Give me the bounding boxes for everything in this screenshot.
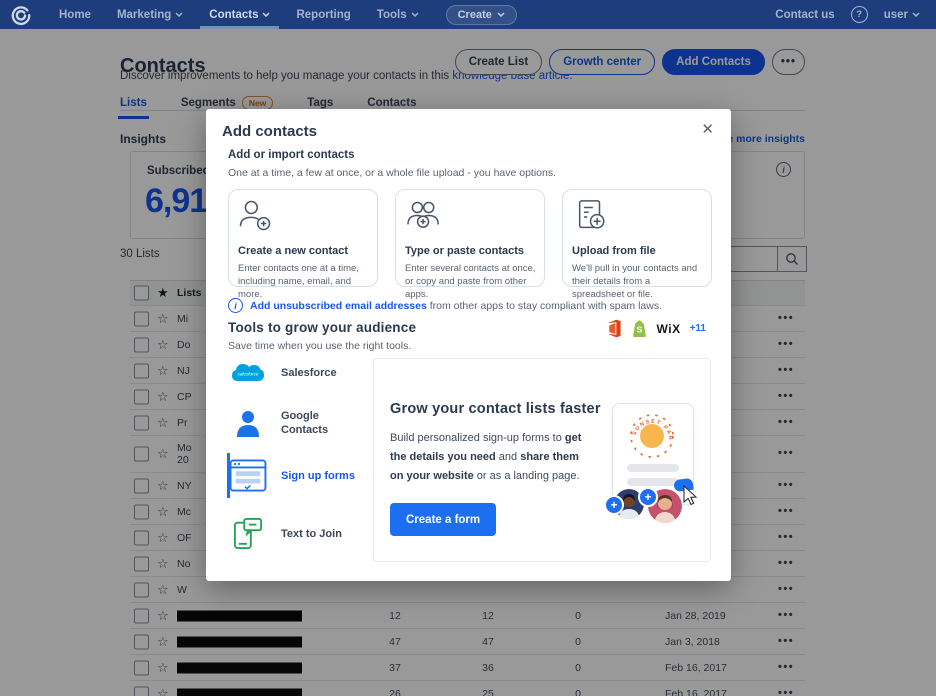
option-card-type-or-paste-contacts[interactable]: Type or paste contactsEnter several cont… (395, 189, 545, 287)
option-card-title: Upload from file (572, 245, 703, 257)
user-menu[interactable]: user (884, 9, 920, 21)
create-a-form-button[interactable]: Create a form (390, 503, 496, 536)
placeholder-line (627, 464, 679, 472)
unsubscribed-info-text: Add unsubscribed email addresses from ot… (250, 300, 662, 312)
constant-contact-logo-icon[interactable] (10, 4, 32, 26)
tool-item-label: Google Contacts (281, 409, 359, 437)
avatars-cluster: + + (596, 477, 706, 537)
nav-item-label: Reporting (296, 9, 350, 21)
salesforce-icon: salesforce (228, 361, 268, 385)
integration-logos: S WiX +11 (605, 319, 706, 338)
mouse-cursor-icon (680, 485, 700, 507)
add-import-subtitle: One at a time, a few at once, or a whole… (228, 167, 556, 179)
add-import-heading: Add or import contacts (228, 149, 355, 161)
nav-items: Home Marketing Contacts Reporting Tools (46, 0, 432, 29)
modal-title: Add contacts (222, 123, 317, 140)
plus-badge-icon: + (638, 487, 658, 507)
sun-illustration-icon: SUNSET PARK (613, 406, 691, 458)
unsubscribed-info-row: i Add unsubscribed email addresses from … (228, 298, 662, 313)
office-icon[interactable] (605, 319, 622, 338)
nav-item-tools[interactable]: Tools (364, 0, 432, 29)
nav-item-marketing[interactable]: Marketing (104, 0, 196, 29)
tool-item-salesforce[interactable]: salesforce Salesforce (228, 361, 363, 385)
tool-item-label: Sign up forms (281, 469, 359, 483)
svg-text:S: S (636, 325, 642, 335)
option-card-desc: Enter several contacts at once, or copy … (405, 262, 536, 301)
nav-item-contacts[interactable]: Contacts (196, 0, 283, 29)
plus-badge-icon: + (604, 495, 624, 515)
close-icon[interactable]: ✕ (697, 118, 718, 140)
signup-forms-icon (228, 459, 268, 492)
option-card-upload-from-file[interactable]: Upload from fileWe'll pull in your conta… (562, 189, 712, 287)
chevron-down-icon (262, 12, 270, 17)
tool-item-label: Salesforce (281, 366, 359, 380)
tools-heading: Tools to grow your audience (228, 320, 416, 335)
nav-item-label: Contacts (209, 9, 258, 21)
wix-logo[interactable]: WiX (657, 322, 681, 336)
google-contacts-icon (228, 410, 268, 437)
option-card-desc: Enter contacts one at a time, including … (238, 262, 369, 301)
nav-item-label: Marketing (117, 9, 171, 21)
option-card-desc: We'll pull in your contacts and their de… (572, 262, 703, 301)
nav-item-label: Tools (377, 9, 407, 21)
signup-forms-panel: Grow your contact lists faster Build per… (373, 358, 711, 562)
add-options: Create a new contactEnter contacts one a… (228, 189, 712, 287)
contact-us-link[interactable]: Contact us (775, 9, 834, 21)
nav-item-label: Home (59, 9, 91, 21)
people-plus-icon (405, 220, 443, 237)
more-integrations-link[interactable]: +11 (690, 323, 706, 334)
shopify-icon[interactable]: S (631, 319, 648, 338)
tool-item-text-to-join[interactable]: Text to Join (228, 517, 363, 550)
person-plus-icon (238, 220, 276, 237)
create-button[interactable]: Create (446, 5, 517, 25)
text-to-join-icon (228, 517, 268, 550)
option-card-create-a-new-contact[interactable]: Create a new contactEnter contacts one a… (228, 189, 378, 287)
tool-item-google-contacts[interactable]: Google Contacts (228, 409, 363, 437)
info-icon: i (228, 298, 243, 313)
tools-subtitle: Save time when you use the right tools. (228, 340, 411, 352)
file-plus-icon (572, 220, 610, 237)
chevron-down-icon (497, 12, 505, 17)
chevron-down-icon (175, 12, 183, 17)
top-navbar: Home Marketing Contacts Reporting Tools Crea… (0, 0, 936, 29)
chevron-down-icon (912, 12, 920, 17)
panel-title: Grow your contact lists faster (390, 401, 601, 417)
create-button-label: Create (458, 9, 492, 21)
tool-item-sign-up-forms[interactable]: Sign up forms (228, 459, 363, 492)
nav-item-home[interactable]: Home (46, 0, 104, 29)
add-unsubscribed-link[interactable]: Add unsubscribed email addresses (250, 300, 427, 312)
user-menu-label: user (884, 9, 908, 21)
add-contacts-modal: Add contacts ✕ Add or import contacts On… (206, 109, 731, 581)
info-rest: from other apps to stay compliant with s… (427, 300, 662, 312)
tool-item-label: Text to Join (281, 527, 359, 541)
option-card-title: Create a new contact (238, 245, 369, 257)
help-icon[interactable]: ? (851, 6, 868, 23)
app-root: Home Marketing Contacts Reporting Tools Crea… (0, 0, 936, 696)
svg-text:salesforce: salesforce (238, 372, 259, 377)
option-card-title: Type or paste contacts (405, 245, 536, 257)
chevron-down-icon (411, 12, 419, 17)
nav-right: Contact us ? user (775, 6, 936, 23)
nav-item-reporting[interactable]: Reporting (283, 0, 363, 29)
panel-body: Build personalized sign-up forms to get … (390, 429, 588, 486)
